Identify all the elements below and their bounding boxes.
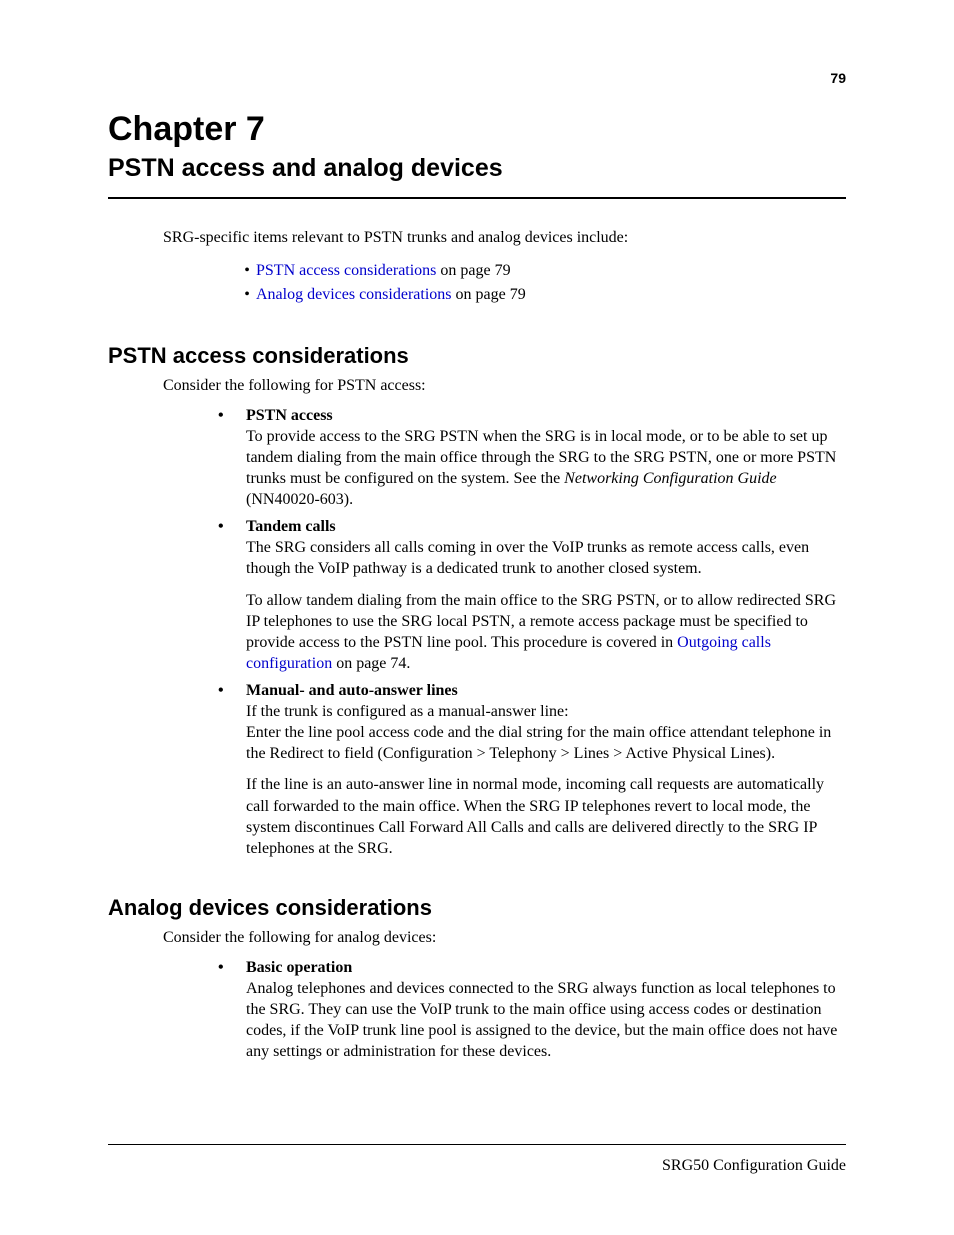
body-paragraph: If the line is an auto-answer line in no… <box>246 774 846 858</box>
body-text: The SRG considers all calls coming in ov… <box>246 539 809 577</box>
list-item: • Tandem calls The SRG considers all cal… <box>218 516 846 674</box>
list-item-body: PSTN access To provide access to the SRG… <box>246 405 846 511</box>
section-intro: Consider the following for PSTN access: <box>163 377 846 395</box>
text-run: on page 74. <box>332 655 410 672</box>
item-heading: Manual- and auto-answer lines <box>246 682 458 699</box>
section-title-pstn: PSTN access considerations <box>108 343 846 369</box>
page: 79 Chapter 7 PSTN access and analog devi… <box>0 0 954 1235</box>
chapter-title: Chapter 7 <box>108 110 846 149</box>
chapter-header: Chapter 7 PSTN access and analog devices <box>108 110 846 199</box>
footer-rule <box>108 1144 846 1145</box>
body-text: Enter the line pool access code and the … <box>246 724 831 762</box>
body-paragraph: To allow tandem dialing from the main of… <box>246 590 846 674</box>
bullet-icon: • <box>238 259 256 283</box>
toc-suffix: on page 79 <box>452 286 526 303</box>
toc-link-pstn[interactable]: PSTN access considerations <box>256 262 436 279</box>
bullet-list-analog: • Basic operation Analog telephones and … <box>218 957 846 1063</box>
doc-title-italic: Networking Configuration Guide <box>564 470 776 487</box>
item-heading: PSTN access <box>246 407 333 424</box>
intro-text: SRG-specific items relevant to PSTN trun… <box>163 227 846 249</box>
footer-text: SRG50 Configuration Guide <box>662 1157 846 1175</box>
toc-item: • PSTN access considerations on page 79 <box>238 259 846 283</box>
bullet-icon: • <box>238 283 256 307</box>
text-run: (NN40020-603). <box>246 491 353 508</box>
body-text: If the trunk is configured as a manual-a… <box>246 703 569 720</box>
toc-item: • Analog devices considerations on page … <box>238 283 846 307</box>
toc-suffix: on page 79 <box>436 262 510 279</box>
list-item: • Basic operation Analog telephones and … <box>218 957 846 1063</box>
bullet-icon: • <box>218 957 246 1063</box>
item-heading: Tandem calls <box>246 518 336 535</box>
section-intro: Consider the following for analog device… <box>163 929 846 947</box>
body-text: To provide access to the SRG PSTN when t… <box>246 428 836 508</box>
toc-entry: Analog devices considerations on page 79 <box>256 283 526 307</box>
toc-list: • PSTN access considerations on page 79 … <box>238 259 846 307</box>
list-item-body: Basic operation Analog telephones and de… <box>246 957 846 1063</box>
list-item-body: Manual- and auto-answer lines If the tru… <box>246 680 846 859</box>
bullet-icon: • <box>218 516 246 674</box>
bullet-icon: • <box>218 405 246 511</box>
toc-entry: PSTN access considerations on page 79 <box>256 259 511 283</box>
body-text: Analog telephones and devices connected … <box>246 980 837 1060</box>
bullet-list-pstn: • PSTN access To provide access to the S… <box>218 405 846 859</box>
bullet-icon: • <box>218 680 246 859</box>
chapter-subtitle: PSTN access and analog devices <box>108 153 846 183</box>
item-heading: Basic operation <box>246 959 352 976</box>
list-item: • PSTN access To provide access to the S… <box>218 405 846 511</box>
toc-link-analog[interactable]: Analog devices considerations <box>256 286 452 303</box>
section-title-analog: Analog devices considerations <box>108 895 846 921</box>
list-item-body: Tandem calls The SRG considers all calls… <box>246 516 846 674</box>
page-number: 79 <box>830 70 846 86</box>
list-item: • Manual- and auto-answer lines If the t… <box>218 680 846 859</box>
